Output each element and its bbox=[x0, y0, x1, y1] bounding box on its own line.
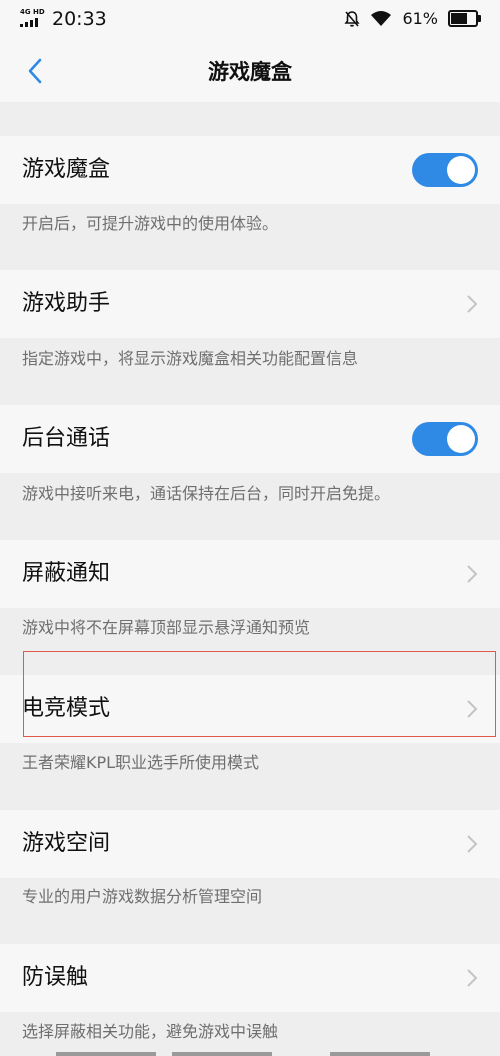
setting-description: 开启后，可提升游戏中的使用体验。 bbox=[22, 214, 279, 233]
chevron-right-icon bbox=[467, 565, 478, 583]
setting-description: 游戏中接听来电，通话保持在后台，同时开启免提。 bbox=[22, 484, 391, 503]
toggle-knob bbox=[447, 425, 475, 453]
battery-percent: 61% bbox=[402, 9, 438, 28]
bottom-tab-indicators bbox=[0, 1052, 500, 1056]
setting-description: 选择屏蔽相关功能，避免游戏中误触 bbox=[22, 1022, 279, 1041]
game-box-toggle[interactable] bbox=[412, 153, 478, 187]
setting-row-game-space[interactable]: 游戏空间 bbox=[0, 810, 500, 878]
setting-row-anti-mistouch[interactable]: 防误触 bbox=[0, 944, 500, 1012]
setting-label: 游戏魔盒 bbox=[22, 157, 111, 182]
setting-description: 专业的用户游戏数据分析管理空间 bbox=[22, 887, 263, 906]
background-call-toggle[interactable] bbox=[412, 422, 478, 456]
setting-description: 游戏中将不在屏幕顶部显示悬浮通知预览 bbox=[22, 618, 311, 637]
setting-row-game-box[interactable]: 游戏魔盒 bbox=[0, 136, 500, 204]
setting-label: 屏蔽通知 bbox=[22, 561, 111, 586]
wifi-icon bbox=[371, 10, 392, 26]
setting-label: 后台通话 bbox=[22, 426, 111, 451]
chevron-right-icon bbox=[467, 835, 478, 853]
chevron-right-icon bbox=[467, 969, 478, 987]
toggle-knob bbox=[447, 156, 475, 184]
header: 游戏魔盒 bbox=[0, 40, 500, 102]
chevron-right-icon bbox=[467, 700, 478, 718]
setting-label: 游戏空间 bbox=[22, 831, 111, 856]
status-bar: 4G HD 20:33 61% bbox=[0, 0, 500, 40]
setting-label: 游戏助手 bbox=[22, 291, 111, 316]
network-type: 4G HD bbox=[20, 8, 45, 16]
setting-label: 电竞模式 bbox=[22, 696, 111, 721]
setting-description: 指定游戏中，将显示游戏魔盒相关功能配置信息 bbox=[22, 349, 359, 368]
cellular-signal-icon: 4G HD bbox=[20, 8, 46, 28]
chevron-right-icon bbox=[467, 295, 478, 313]
setting-row-esports-mode[interactable]: 电竞模式 bbox=[0, 675, 500, 743]
battery-icon bbox=[448, 10, 481, 27]
setting-row-game-assistant[interactable]: 游戏助手 bbox=[0, 270, 500, 338]
setting-row-block-notifications[interactable]: 屏蔽通知 bbox=[0, 540, 500, 608]
mute-bell-icon bbox=[344, 10, 361, 27]
page-title: 游戏魔盒 bbox=[208, 60, 292, 84]
setting-description: 王者荣耀KPL职业选手所使用模式 bbox=[22, 753, 260, 772]
setting-label: 防误触 bbox=[22, 965, 89, 990]
setting-row-background-call[interactable]: 后台通话 bbox=[0, 405, 500, 473]
status-time: 20:33 bbox=[52, 8, 107, 30]
